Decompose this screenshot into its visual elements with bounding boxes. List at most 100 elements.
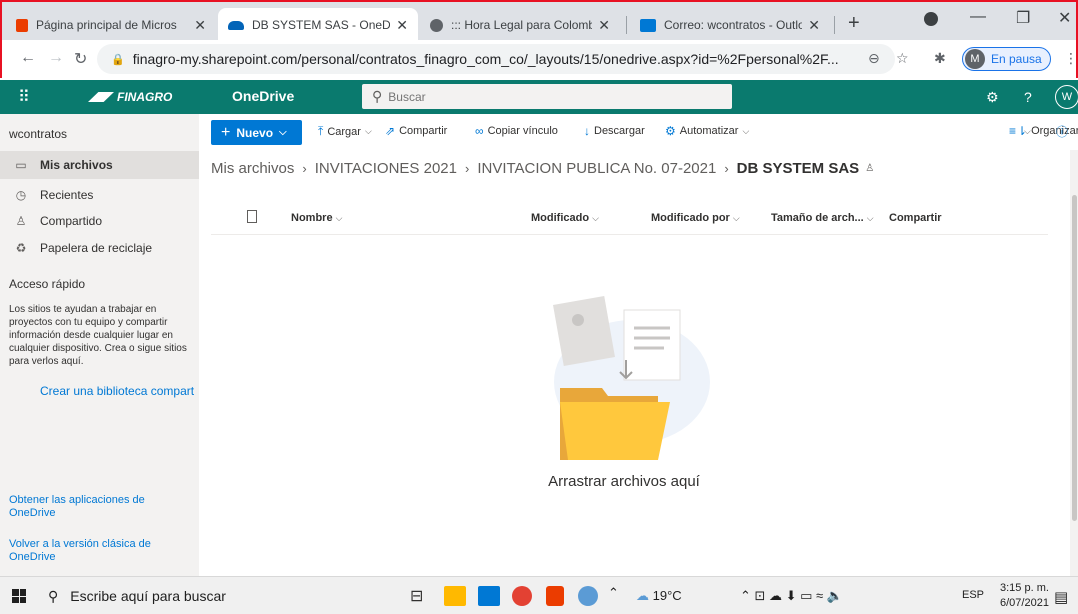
user-name: wcontratos <box>9 127 68 141</box>
chevron-right-icon: › <box>724 161 729 176</box>
breadcrumb-item[interactable]: Mis archivos <box>211 160 294 177</box>
chevron-down-icon: ⌵ <box>279 127 287 138</box>
tab-title: DB SYSTEM SAS - OneDriv <box>252 18 391 32</box>
nav-item-recent[interactable]: ◷ Recientes <box>0 181 199 209</box>
breadcrumb-item[interactable]: INVITACIONES 2021 <box>315 160 457 177</box>
minimize-icon[interactable]: — <box>970 8 986 26</box>
avatar: M <box>965 49 985 69</box>
breadcrumb-item[interactable]: INVITACION PUBLICA No. 07-2021 <box>477 160 716 177</box>
notifications-icon[interactable]: ▤ <box>1054 588 1068 606</box>
search-icon: ⚲ <box>372 88 383 104</box>
back-icon[interactable]: ← <box>20 49 36 67</box>
windows-start-icon[interactable] <box>12 589 26 603</box>
info-button[interactable]: ⓘ <box>1056 123 1072 140</box>
column-name[interactable]: Nombre ⌵ <box>291 212 342 224</box>
copy-link-button[interactable]: ∞ Copiar vínculo <box>475 124 558 138</box>
view-options-button[interactable]: ≡ ⌵ <box>1009 124 1031 138</box>
nav-item-label: Mis archivos <box>40 158 113 172</box>
extensions-icon[interactable]: ✱ <box>934 50 946 67</box>
network-app-icon[interactable] <box>578 586 598 606</box>
folder-icon: ▭ <box>15 158 27 172</box>
get-apps-link[interactable]: Obtener las aplicaciones de OneDrive <box>9 494 179 520</box>
system-tray-icons[interactable]: ⌃ ⊡ ☁ ⬇ ▭ ≈ 🔈 <box>740 588 843 604</box>
quick-access-description: Los sitios te ayudan a trabajar en proye… <box>9 304 187 367</box>
tray-overflow-icon[interactable]: ⌃ <box>608 585 619 601</box>
window-close-icon[interactable]: ✕ <box>1058 8 1071 28</box>
search-box[interactable]: ⚲ <box>362 84 732 109</box>
forward-icon[interactable]: → <box>48 49 64 67</box>
language-indicator[interactable]: ESP <box>962 589 984 601</box>
empty-folder-illustration <box>553 295 710 460</box>
chevron-down-icon: ⌵ <box>1024 125 1031 136</box>
clock-time: 3:15 p. m. <box>1000 582 1049 594</box>
file-explorer-icon[interactable] <box>444 586 466 606</box>
plus-icon: + <box>221 123 231 141</box>
image-document <box>553 295 615 367</box>
folder-front <box>560 402 670 460</box>
share-button[interactable]: ⇗ Compartir <box>385 124 447 138</box>
zoom-icon[interactable]: ⊖ <box>868 50 880 67</box>
url-text: finagro-my.sharepoint.com/personal/contr… <box>132 51 839 67</box>
brand-logo[interactable]: FINAGRO <box>88 90 172 104</box>
chrome-icon[interactable] <box>512 586 532 606</box>
browser-tab[interactable]: ::: Hora Legal para Colomb ✕ <box>420 8 620 42</box>
new-tab-icon[interactable]: + <box>848 12 860 35</box>
maximize-icon[interactable]: ❐ <box>1016 8 1030 28</box>
more-menu-icon[interactable]: ⋮ <box>1064 50 1078 67</box>
upload-button[interactable]: ⤒ Cargar ⌵ <box>318 124 372 139</box>
close-icon[interactable]: ✕ <box>194 17 206 34</box>
suite-header: ⠿ FINAGRO OneDrive ⚲ ⚙ ? W <box>0 80 1078 114</box>
chrome-extension-icon[interactable] <box>924 12 938 31</box>
address-bar[interactable]: 🔒 finagro-my.sharepoint.com/personal/con… <box>97 44 895 74</box>
settings-gear-icon[interactable]: ⚙ <box>986 89 999 106</box>
profile-button[interactable]: M En pausa <box>962 47 1051 71</box>
weather-widget[interactable]: ☁ 19°C <box>636 588 682 604</box>
download-button[interactable]: ↓ Descargar <box>584 124 645 138</box>
close-icon[interactable]: ✕ <box>598 17 610 34</box>
lock-icon: 🔒 <box>111 53 125 66</box>
browser-tab-active[interactable]: DB SYSTEM SAS - OneDriv ✕ <box>218 8 418 42</box>
mail-icon[interactable] <box>478 586 500 606</box>
task-view-icon[interactable]: ⊟ <box>410 586 432 606</box>
column-label: Modificado por <box>651 212 730 224</box>
reload-icon[interactable]: ↻ <box>74 49 87 69</box>
nav-item-label: Recientes <box>40 188 94 202</box>
chevron-down-icon: ⌵ <box>742 125 750 136</box>
scrollbar-thumb[interactable] <box>1072 195 1077 521</box>
nav-item-shared[interactable]: ♙ Compartido <box>0 207 199 235</box>
classic-view-link[interactable]: Volver a la versión clásica de OneDrive <box>9 538 179 564</box>
command-bar: + Nuevo ⌵ ⤒ Cargar ⌵ ⇗ Compartir ∞ Copia… <box>199 114 1078 150</box>
column-sharing[interactable]: Compartir <box>889 212 942 224</box>
nav-item-recycle-bin[interactable]: ♻ Papelera de reciclaje <box>0 234 199 262</box>
nav-item-my-files[interactable]: ▭ Mis archivos <box>0 151 199 179</box>
automate-button[interactable]: ⚙ Automatizar ⌵ <box>665 124 749 138</box>
create-library-link[interactable]: Crear una biblioteca compart <box>40 384 194 398</box>
share-label: Compartir <box>399 125 448 137</box>
office-icon[interactable] <box>546 586 564 606</box>
close-icon[interactable]: ✕ <box>808 17 820 34</box>
user-avatar[interactable]: W <box>1055 85 1078 109</box>
app-launcher-icon[interactable]: ⠿ <box>18 87 30 107</box>
browser-tab[interactable]: Página principal de Micros ✕ <box>6 8 216 42</box>
browser-tab[interactable]: Correo: wcontratos - Outlo ✕ <box>630 8 830 42</box>
new-button-label: Nuevo <box>236 125 274 140</box>
breadcrumb-current: DB SYSTEM SAS <box>736 160 860 177</box>
new-button[interactable]: + Nuevo ⌵ <box>211 120 302 145</box>
clock-icon: ◷ <box>15 188 27 202</box>
close-icon[interactable]: ✕ <box>396 17 408 34</box>
list-view-icon: ≡ <box>1009 124 1017 138</box>
globe-icon <box>430 18 443 32</box>
quick-access-title: Acceso rápido <box>9 277 86 291</box>
column-modified[interactable]: Modificado ⌵ <box>531 212 599 224</box>
taskbar-clock[interactable]: 3:15 p. m. 6/07/2021 <box>1000 581 1049 611</box>
taskbar-search[interactable]: ⚲ Escribe aquí para buscar <box>48 583 226 609</box>
search-input[interactable] <box>388 89 709 104</box>
app-title[interactable]: OneDrive <box>232 88 294 104</box>
nav-item-label: Papelera de reciclaje <box>40 241 153 255</box>
column-modified-by[interactable]: Modificado por ⌵ <box>651 212 740 224</box>
bookmark-star-icon[interactable]: ☆ <box>896 50 909 67</box>
chevron-right-icon: › <box>302 161 307 176</box>
column-file-size[interactable]: Tamaño de arch... ⌵ <box>771 212 874 224</box>
help-icon[interactable]: ? <box>1024 89 1032 105</box>
chevron-down-icon: ⌵ <box>866 213 874 223</box>
